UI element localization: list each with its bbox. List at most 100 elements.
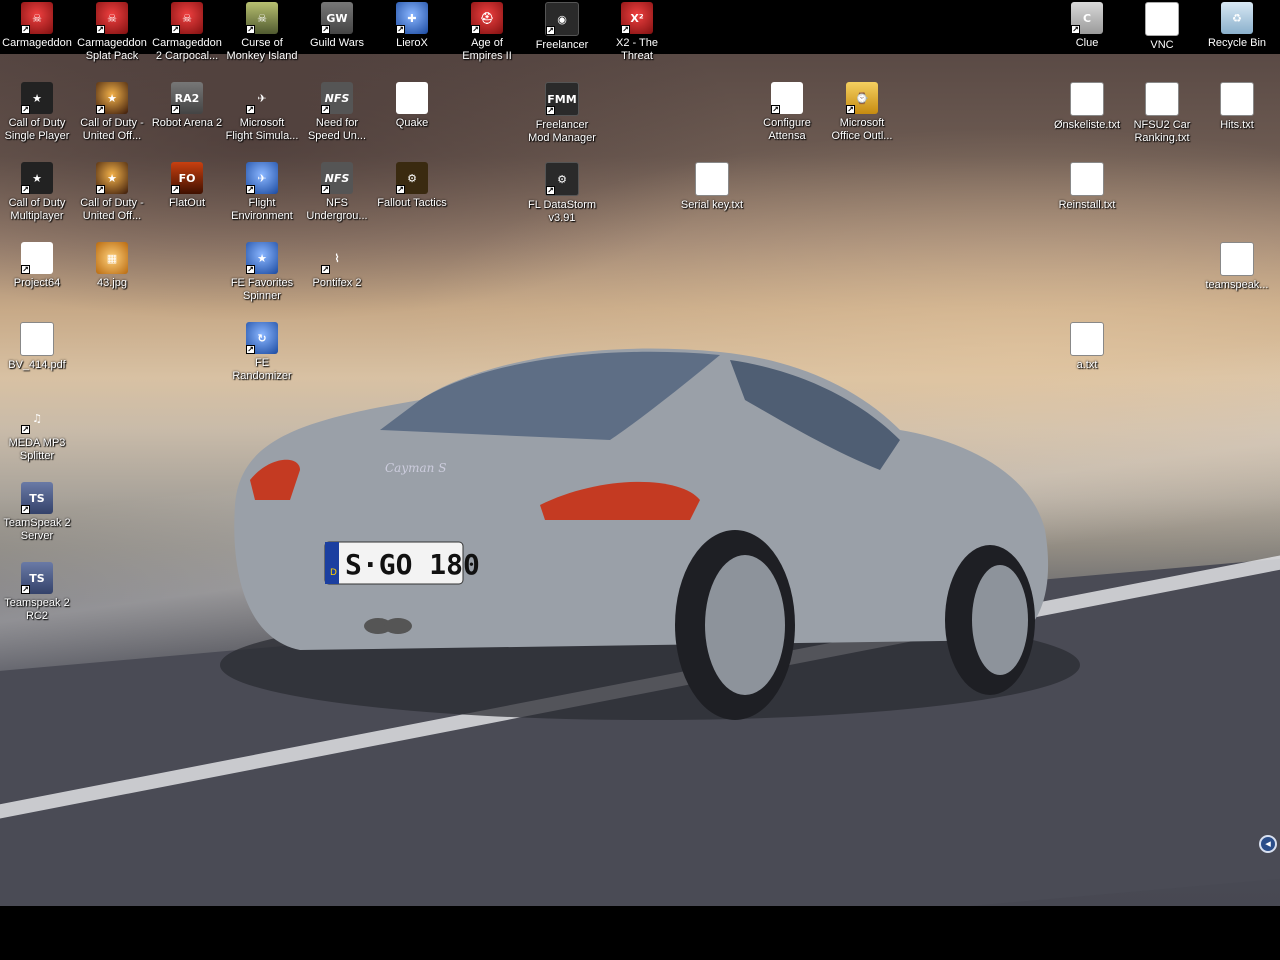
desktop-icon-aoe2[interactable]: ⛑ ↗ Age of Empires II	[450, 2, 524, 63]
cod-sp-icon: ★ ↗	[21, 82, 53, 114]
desktop-icon-label: Quake	[395, 117, 429, 129]
desktop-icon-monkey-island[interactable]: ☠ ↗ Curse of Monkey Island	[225, 2, 299, 63]
desktop-icon-label: Configure Attensa	[763, 117, 811, 142]
fallout-tactics-icon: ⚙ ↗	[396, 162, 428, 194]
desktop-icon-ts2-server[interactable]: TS ↗ TeamSpeak 2 Server	[0, 482, 74, 543]
desktop-icon-outlook[interactable]: ⌚ ↗ Microsoft Office Outl...	[825, 82, 899, 143]
desktop-icon-cod-uo2[interactable]: ★ ↗ Call of Duty - United Off...	[75, 162, 149, 223]
desktop-icon-hits[interactable]: ≡ Hits.txt	[1200, 82, 1274, 132]
desktop-icon-x2[interactable]: X² ↗ X2 - The Threat	[600, 2, 674, 63]
outlook-icon: ⌚ ↗	[846, 82, 878, 114]
shortcut-arrow-icon: ↗	[321, 105, 330, 114]
pontifex2-icon: ⌇ ↗	[321, 251, 340, 274]
flatout-icon: FO ↗	[171, 162, 203, 194]
desktop-icon-lierox[interactable]: ✚ ↗ LieroX	[375, 2, 449, 50]
desktop-icon-flight-env[interactable]: ✈ ↗ Flight Environment	[225, 162, 299, 223]
shortcut-arrow-icon: ↗	[471, 25, 480, 34]
desktop-icon-label: Carmageddon	[2, 37, 72, 49]
desktop-icon-attensa[interactable]: a ↗ Configure Attensa	[750, 82, 824, 143]
shortcut-arrow-icon: ↗	[246, 25, 255, 34]
fl-modman-icon: FMM ↗	[545, 82, 579, 116]
desktop-icon-carmageddon[interactable]: ☠ ↗ Carmageddon	[0, 2, 74, 50]
shortcut-arrow-icon: ↗	[246, 105, 255, 114]
desktop-icon-bv414[interactable]: PDF BV_414.pdf	[0, 322, 74, 372]
shortcut-arrow-icon: ↗	[246, 345, 255, 354]
desktop-icon-meda-mp3[interactable]: ♫ ↗ MEDA MP3 Splitter	[0, 402, 74, 463]
desktop-icon-flatout[interactable]: FO ↗ FlatOut	[150, 162, 224, 210]
desktop-icon-label: FlatOut	[168, 197, 206, 209]
desktop-icon-label: a.txt	[1076, 359, 1098, 371]
desktop-icon-label: Flight Environment	[231, 197, 293, 222]
fe-randomizer-icon: ↻ ↗	[246, 322, 278, 354]
shortcut-arrow-icon: ↗	[546, 26, 555, 35]
expand-tray-button[interactable]: ◂	[1259, 835, 1277, 853]
desktop-icon-cod-mp[interactable]: ★ ↗ Call of Duty Multiplayer	[0, 162, 74, 223]
desktop-icon-quake[interactable]: Q Quake	[375, 82, 449, 130]
license-plate-country: D	[330, 568, 337, 578]
desktop-icon-label: Ønskeliste.txt	[1053, 119, 1121, 131]
desktop-icon-project64[interactable]: PJ ↗ Project64	[0, 242, 74, 290]
carmageddon2-icon: ☠ ↗	[171, 2, 203, 34]
desktop-icon-label: MEDA MP3 Splitter	[8, 437, 66, 462]
desktop-icon-a-txt[interactable]: ≡ a.txt	[1050, 322, 1124, 372]
x2-icon: X² ↗	[621, 2, 653, 34]
hits-icon: ≡	[1220, 82, 1254, 116]
desktop-icon-serial-key[interactable]: ≡ Serial key.txt	[675, 162, 749, 212]
shortcut-arrow-icon: ↗	[846, 105, 855, 114]
desktop-icon-label: Freelancer	[535, 39, 589, 51]
desktop-icon-pontifex2[interactable]: ⌇ ↗ Pontifex 2	[300, 242, 374, 290]
desktop-icon-freelancer[interactable]: ◉ ↗ Freelancer	[525, 2, 599, 52]
desktop-icon-ra2[interactable]: RA2 ↗ Robot Arena 2	[150, 82, 224, 130]
desktop-icon-vnc[interactable]: Vnc VNC	[1125, 2, 1199, 52]
teamspeak-txt-icon: ≡	[1220, 242, 1254, 276]
desktop-icon-label: Serial key.txt	[680, 199, 744, 211]
onskeliste-icon: ≡	[1070, 82, 1104, 116]
desktop-icon-label: Freelancer Mod Manager	[528, 119, 596, 144]
fe-spinner-icon: ★ ↗	[246, 242, 278, 274]
desktop-icon-fallout-tactics[interactable]: ⚙ ↗ Fallout Tactics	[375, 162, 449, 210]
desktop-icon-cod-sp[interactable]: ★ ↗ Call of Duty Single Player	[0, 82, 74, 143]
desktop-icon-label: FL DataStorm v3.91	[527, 199, 597, 224]
desktop-icon-label: Call of Duty - United Off...	[80, 117, 144, 142]
cod-uo-icon: ★ ↗	[96, 82, 128, 114]
desktop-icon-nfs-ug[interactable]: NFS ↗ NFS Undergrou...	[300, 162, 374, 223]
desktop-icon-fe-randomizer[interactable]: ↻ ↗ FE Randomizer	[225, 322, 299, 383]
desktop-icon-fl-datastorm[interactable]: ⚙ ↗ FL DataStorm v3.91	[525, 162, 599, 225]
desktop-icon-onskeliste[interactable]: ≡ Ønskeliste.txt	[1050, 82, 1124, 132]
desktop-icon-msfs[interactable]: ✈ ↗ Microsoft Flight Simula...	[225, 82, 299, 143]
car-model-script: Cayman S	[385, 461, 446, 475]
project64-icon: PJ ↗	[21, 242, 53, 274]
desktop-icon-recycle-bin[interactable]: ♻ Recycle Bin	[1200, 2, 1274, 50]
meda-mp3-icon: ♫ ↗	[21, 411, 42, 434]
desktop-icon-carmageddon2[interactable]: ☠ ↗ Carmageddon 2 Carpocal...	[150, 2, 224, 63]
shortcut-arrow-icon: ↗	[246, 265, 255, 274]
desktop-icon-fl-modman[interactable]: FMM ↗ Freelancer Mod Manager	[525, 82, 599, 145]
monkey-island-icon: ☠ ↗	[246, 2, 278, 34]
desktop-icon-reinstall[interactable]: ≡ Reinstall.txt	[1050, 162, 1124, 212]
desktop-icon-nfs-un[interactable]: NFS ↗ Need for Speed Un...	[300, 82, 374, 143]
nfs-ug-icon: NFS ↗	[321, 162, 353, 194]
desktop-icon-carmageddon-splat[interactable]: ☠ ↗ Carmageddon Splat Pack	[75, 2, 149, 63]
aoe2-icon: ⛑ ↗	[471, 2, 503, 34]
desktop-icon-ts2-rc2[interactable]: TS ↗ Teamspeak 2 RC2	[0, 562, 74, 623]
carmageddon-icon: ☠ ↗	[21, 2, 53, 34]
desktop-icon-cod-uo[interactable]: ★ ↗ Call of Duty - United Off...	[75, 82, 149, 143]
desktop-icon-guild-wars[interactable]: GW ↗ Guild Wars	[300, 2, 374, 50]
desktop-icon-nfsu2-ranking[interactable]: ≡ NFSU2 Car Ranking.txt	[1125, 82, 1199, 145]
shortcut-arrow-icon: ↗	[96, 185, 105, 194]
shortcut-arrow-icon: ↗	[171, 25, 180, 34]
shortcut-arrow-icon: ↗	[21, 265, 30, 274]
ra2-icon: RA2 ↗	[171, 82, 203, 114]
desktop-icon-label: X2 - The Threat	[616, 37, 658, 62]
shortcut-arrow-icon: ↗	[246, 185, 255, 194]
desktop-icon-jpg43[interactable]: ▦ 43.jpg	[75, 242, 149, 290]
desktop-icon-label: LieroX	[396, 37, 428, 49]
shortcut-arrow-icon: ↗	[21, 25, 30, 34]
shortcut-arrow-icon: ↗	[21, 185, 30, 194]
desktop-icon-fe-spinner[interactable]: ★ ↗ FE Favorites Spinner	[225, 242, 299, 303]
desktop-icon-clue[interactable]: C ↗ Clue	[1050, 2, 1124, 50]
nfsu2-ranking-icon: ≡	[1145, 82, 1179, 116]
carmageddon-splat-icon: ☠ ↗	[96, 2, 128, 34]
desktop-icon-label: Call of Duty - United Off...	[80, 197, 144, 222]
desktop-icon-teamspeak-txt[interactable]: ≡ teamspeak...	[1200, 242, 1274, 292]
